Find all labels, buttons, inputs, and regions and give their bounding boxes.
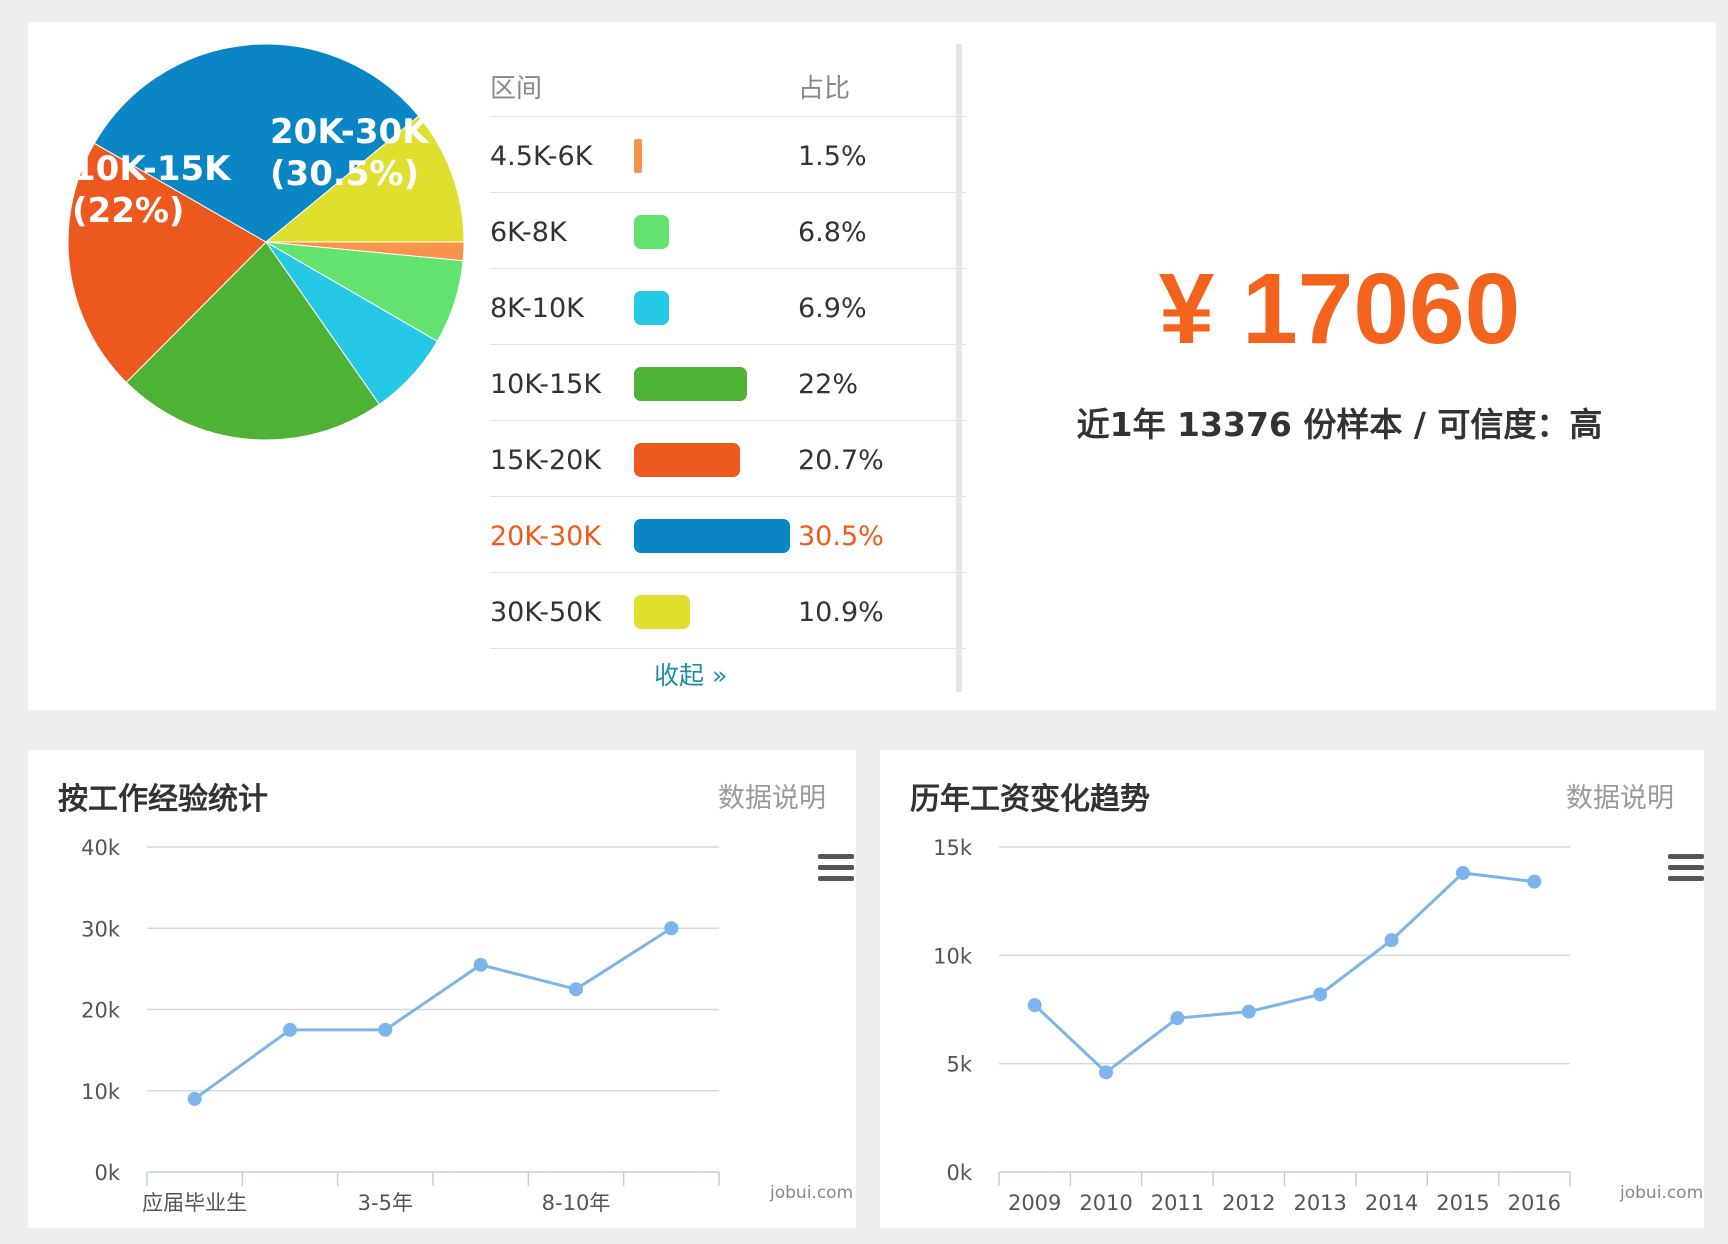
data-point[interactable] — [1455, 866, 1470, 880]
ratio-value: 1.5% — [798, 141, 867, 172]
panel-divider — [956, 44, 962, 692]
data-point[interactable] — [1027, 998, 1042, 1013]
range-label: 8K-10K — [490, 293, 584, 324]
range-label: 20K-30K — [490, 521, 602, 552]
ratio-bar — [634, 139, 642, 173]
series-line — [1033, 871, 1535, 1075]
y-tick-label: 40k — [81, 836, 121, 860]
chart-watermark: jobui.com — [769, 1183, 853, 1203]
data-point[interactable] — [1099, 1065, 1114, 1080]
x-tick-label: 8-10年 — [542, 1191, 611, 1215]
x-tick-label: 应届毕业生 — [142, 1191, 247, 1215]
ratio-value: 20.7% — [798, 445, 884, 476]
y-tick-label: 10k — [933, 944, 973, 968]
chart-watermark: jobui.com — [1619, 1183, 1703, 1203]
y-tick-label: 5k — [946, 1053, 972, 1077]
table-header: 区间 占比 — [490, 44, 966, 117]
y-tick-label: 0k — [946, 1161, 972, 1185]
pie-label-10k-15k-name: 10K-15K — [72, 149, 232, 189]
sample-info: 近1年 13376 份样本 / 可信度：高 — [1076, 405, 1603, 444]
experience-chart-panel: 按工作经验统计 数据说明 0k 10k 20k 30k 40k 应届毕业生 3-5年 8-10… — [28, 750, 856, 1228]
pie-label-10k-15k-pct: (22%) — [72, 191, 184, 231]
range-label: 30K-50K — [490, 597, 602, 628]
distribution-row: 4.5K-6K 1.5% — [490, 117, 966, 193]
x-tick-label: 2010 — [1079, 1191, 1132, 1215]
trend-line-chart: 0k 5k 10k 15k 2009 2010 2011 2012 2013 2014 2015 20… — [933, 836, 1703, 1215]
x-tick-label: 2016 — [1508, 1191, 1561, 1215]
data-point[interactable] — [1384, 933, 1399, 948]
range-column-header: 区间 — [490, 74, 543, 104]
x-tick-label: 3-5年 — [358, 1191, 413, 1215]
x-tick-label: 2013 — [1293, 1191, 1346, 1215]
data-point[interactable] — [1527, 874, 1542, 889]
x-tick-label: 2014 — [1365, 1191, 1418, 1215]
y-tick-label: 15k — [933, 836, 973, 860]
pie-label-20k-30k-pct: (30.5%) — [270, 154, 419, 194]
range-label: 4.5K-6K — [490, 141, 593, 172]
y-tick-label: 20k — [81, 999, 121, 1023]
ratio-bar — [634, 519, 790, 553]
data-point[interactable] — [1170, 1011, 1185, 1026]
data-point[interactable] — [664, 921, 679, 936]
x-tick-label: 2012 — [1222, 1191, 1275, 1215]
data-point[interactable] — [378, 1022, 393, 1037]
data-point[interactable] — [283, 1022, 297, 1037]
ratio-bar — [634, 367, 747, 401]
experience-line-chart: 0k 10k 20k 30k 40k 应届毕业生 3-5年 8-10年 jobui.com — [81, 836, 853, 1215]
distribution-row: 6K-8K 6.8% — [490, 193, 966, 269]
x-tick-label: 2015 — [1436, 1191, 1489, 1215]
distribution-row: 30K-50K 10.9% — [490, 573, 966, 649]
collapse-link[interactable]: 收起 » — [654, 656, 727, 692]
ratio-value: 6.9% — [798, 293, 867, 324]
range-label: 15K-20K — [490, 445, 602, 476]
ratio-bar — [634, 215, 669, 249]
salary-distribution-panel: 20K-30K (30.5%) 10K-15K (22%) 区间 占比 4.5K… — [28, 22, 1716, 710]
ratio-bar — [634, 443, 740, 477]
pie-label-20k-30k-name: 20K-30K — [270, 112, 430, 152]
x-tick-label: 2009 — [1008, 1191, 1061, 1215]
average-salary: ¥ 17060 — [1158, 253, 1521, 365]
range-label: 6K-8K — [490, 217, 567, 248]
ratio-value: 6.8% — [798, 217, 867, 248]
ratio-bar — [634, 595, 690, 629]
data-point[interactable] — [1313, 987, 1328, 1002]
distribution-table: 区间 占比 4.5K-6K 1.5% 6K-8K 6.8% 8K-10K 6.9% 10K-… — [490, 44, 966, 690]
ratio-bar — [634, 291, 669, 325]
salary-pie-chart: 20K-30K (30.5%) 10K-15K (22%) — [67, 43, 465, 441]
distribution-row: 10K-15K 22% — [490, 345, 966, 421]
data-point[interactable] — [473, 957, 488, 972]
ratio-value: 30.5% — [798, 521, 884, 552]
ratio-column-header: 占比 — [798, 74, 851, 104]
ratio-value: 10.9% — [798, 597, 884, 628]
data-point[interactable] — [1241, 1004, 1256, 1019]
x-tick-label: 2011 — [1151, 1191, 1204, 1215]
y-tick-label: 0k — [94, 1161, 120, 1185]
data-point[interactable] — [569, 982, 583, 997]
series-line — [193, 926, 673, 1101]
y-tick-label: 10k — [81, 1080, 121, 1104]
range-label: 10K-15K — [490, 369, 602, 400]
distribution-row: 8K-10K 6.9% — [490, 269, 966, 345]
trend-chart-panel: 历年工资变化趋势 数据说明 0k 5k 10k 15k 2009 2010 2011 2012… — [880, 750, 1704, 1228]
distribution-row: 15K-20K 20.7% — [490, 421, 966, 497]
ratio-value: 22% — [798, 369, 859, 400]
y-tick-label: 30k — [81, 917, 121, 941]
data-point[interactable] — [187, 1091, 202, 1106]
distribution-row: 20K-30K 30.5% — [490, 497, 966, 573]
